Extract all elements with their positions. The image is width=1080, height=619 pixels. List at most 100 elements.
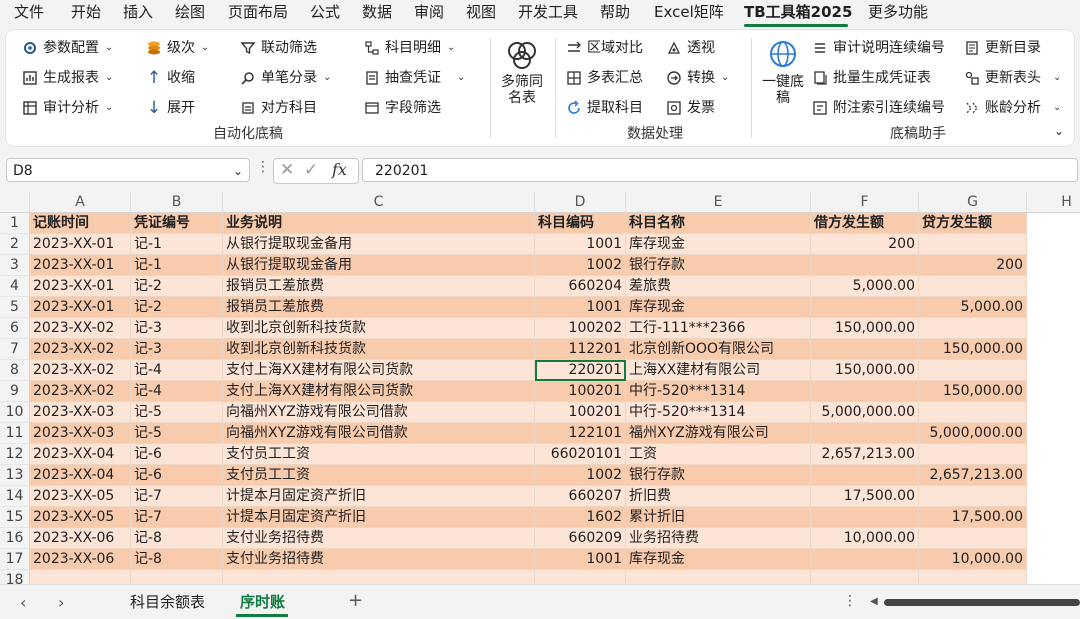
table-cell[interactable]: 2023-XX-02 (30, 339, 131, 360)
column-title-cell[interactable]: 科目名称 (626, 213, 811, 234)
table-cell[interactable]: 记-8 (131, 528, 223, 549)
table-cell[interactable]: 记-7 (131, 486, 223, 507)
table-cell[interactable]: 100202 (535, 318, 626, 339)
table-cell[interactable]: 报销员工差旅费 (223, 297, 535, 318)
multi-filter-button[interactable]: 多筛同名表 (500, 38, 544, 106)
row-header[interactable]: 4 (0, 276, 30, 297)
collapse-button[interactable]: ↑ 收缩 (146, 69, 195, 87)
table-cell[interactable]: 2023-XX-02 (30, 318, 131, 339)
linked-filter-button[interactable]: 联动筛选 (240, 39, 317, 57)
table-cell[interactable] (919, 570, 1027, 584)
batch-voucher-button[interactable]: 批量生成凭证表 (812, 69, 931, 87)
table-cell[interactable] (811, 549, 919, 570)
menu-file[interactable]: 文件 (14, 2, 44, 22)
table-cell[interactable]: 计提本月固定资产折旧 (223, 507, 535, 528)
table-cell[interactable]: 支付员工工资 (223, 444, 535, 465)
table-cell[interactable]: 记-6 (131, 444, 223, 465)
table-cell[interactable]: 记-5 (131, 423, 223, 444)
table-cell[interactable]: 差旅费 (626, 276, 811, 297)
table-cell[interactable]: 中行-520***1314 (626, 381, 811, 402)
table-cell[interactable]: 上海XX建材有限公司 (626, 360, 811, 381)
row-header[interactable]: 11 (0, 423, 30, 444)
row-header[interactable]: 7 (0, 339, 30, 360)
table-cell[interactable]: 17,500.00 (811, 486, 919, 507)
row-header[interactable]: 14 (0, 486, 30, 507)
table-cell[interactable]: 记-6 (131, 465, 223, 486)
table-cell[interactable] (811, 465, 919, 486)
table-cell[interactable]: 660207 (535, 486, 626, 507)
table-cell[interactable]: 业务招待费 (626, 528, 811, 549)
table-cell[interactable]: 1001 (535, 297, 626, 318)
column-header[interactable]: B (131, 192, 223, 213)
table-cell[interactable]: 累计折旧 (626, 507, 811, 528)
one-click-workpaper-button[interactable]: 一键底稿 (760, 38, 806, 106)
table-cell[interactable]: 库存现金 (626, 234, 811, 255)
table-cell[interactable]: 2023-XX-04 (30, 444, 131, 465)
update-header-button[interactable]: 更新表头 ⌄ (964, 69, 1061, 87)
collapse-ribbon-icon[interactable]: ⌄ (1054, 124, 1064, 138)
sheet-tab-balance[interactable]: 科目余额表 (130, 591, 205, 612)
menu-draw[interactable]: 绘图 (175, 2, 205, 22)
add-sheet-button[interactable]: + (348, 590, 363, 611)
table-cell[interactable]: 2023-XX-06 (30, 549, 131, 570)
table-cell[interactable]: 支付业务招待费 (223, 549, 535, 570)
menu-home[interactable]: 开始 (71, 2, 101, 22)
column-title-cell[interactable]: 凭证编号 (131, 213, 223, 234)
column-header[interactable]: D (535, 192, 626, 213)
menu-help[interactable]: 帮助 (600, 2, 630, 22)
table-cell[interactable]: 库存现金 (626, 297, 811, 318)
table-cell[interactable]: 记-4 (131, 360, 223, 381)
table-cell[interactable]: 记-7 (131, 507, 223, 528)
menu-more[interactable]: 更多功能 (868, 2, 928, 22)
table-cell[interactable]: 支付业务招待费 (223, 528, 535, 549)
table-cell[interactable]: 1002 (535, 255, 626, 276)
row-header[interactable]: 2 (0, 234, 30, 255)
table-cell[interactable] (919, 318, 1027, 339)
menu-insert[interactable]: 插入 (123, 2, 153, 22)
table-cell[interactable] (626, 570, 811, 584)
expand-button[interactable]: ↓ 展开 (146, 99, 195, 117)
row-header[interactable]: 1 (0, 213, 30, 234)
scroll-left-icon[interactable]: ◀ (870, 596, 878, 607)
column-title-cell[interactable]: 业务说明 (223, 213, 535, 234)
table-cell[interactable]: 支付员工工资 (223, 465, 535, 486)
table-cell[interactable]: 记-4 (131, 381, 223, 402)
table-cell[interactable]: 5,000,000.00 (811, 402, 919, 423)
column-header[interactable]: H (1027, 192, 1080, 213)
row-header[interactable]: 12 (0, 444, 30, 465)
table-cell[interactable]: 记-1 (131, 234, 223, 255)
table-cell[interactable] (30, 570, 131, 584)
audit-note-numbering-button[interactable]: 审计说明连续编号 (812, 39, 945, 57)
table-cell[interactable]: 工行-111***2366 (626, 318, 811, 339)
table-cell[interactable] (535, 570, 626, 584)
column-header[interactable]: C (223, 192, 535, 213)
confirm-icon[interactable]: ✓ (304, 160, 318, 180)
single-entry-button[interactable]: 单笔分录 ⌄ (240, 69, 331, 87)
table-cell[interactable]: 10,000.00 (811, 528, 919, 549)
table-cell[interactable]: 2023-XX-02 (30, 381, 131, 402)
generate-report-button[interactable]: 生成报表 ⌄ (22, 69, 113, 87)
sheet-tab-journal[interactable]: 序时账 (240, 591, 285, 612)
table-cell[interactable]: 记-3 (131, 318, 223, 339)
sample-voucher-button[interactable]: 抽查凭证 ⌄ (364, 69, 465, 87)
table-cell[interactable]: 2023-XX-06 (30, 528, 131, 549)
range-compare-button[interactable]: 区域对比 (566, 39, 643, 57)
table-cell[interactable]: 银行存款 (626, 465, 811, 486)
table-cell[interactable]: 100201 (535, 402, 626, 423)
table-cell[interactable]: 北京创新OOO有限公司 (626, 339, 811, 360)
table-cell[interactable]: 10,000.00 (919, 549, 1027, 570)
table-cell[interactable]: 报销员工差旅费 (223, 276, 535, 297)
table-cell[interactable]: 660204 (535, 276, 626, 297)
table-cell[interactable]: 记-2 (131, 276, 223, 297)
column-header[interactable]: G (919, 192, 1027, 213)
extract-account-button[interactable]: 提取科目 (566, 99, 643, 117)
table-cell[interactable]: 记-5 (131, 402, 223, 423)
table-cell[interactable]: 中行-520***1314 (626, 402, 811, 423)
table-cell[interactable]: 2023-XX-04 (30, 465, 131, 486)
table-cell[interactable]: 收到北京创新科技货款 (223, 318, 535, 339)
table-cell[interactable]: 1602 (535, 507, 626, 528)
account-detail-button[interactable]: 科目明细 ⌄ (364, 39, 455, 57)
table-cell[interactable]: 银行存款 (626, 255, 811, 276)
table-cell[interactable]: 17,500.00 (919, 507, 1027, 528)
table-cell[interactable] (811, 381, 919, 402)
